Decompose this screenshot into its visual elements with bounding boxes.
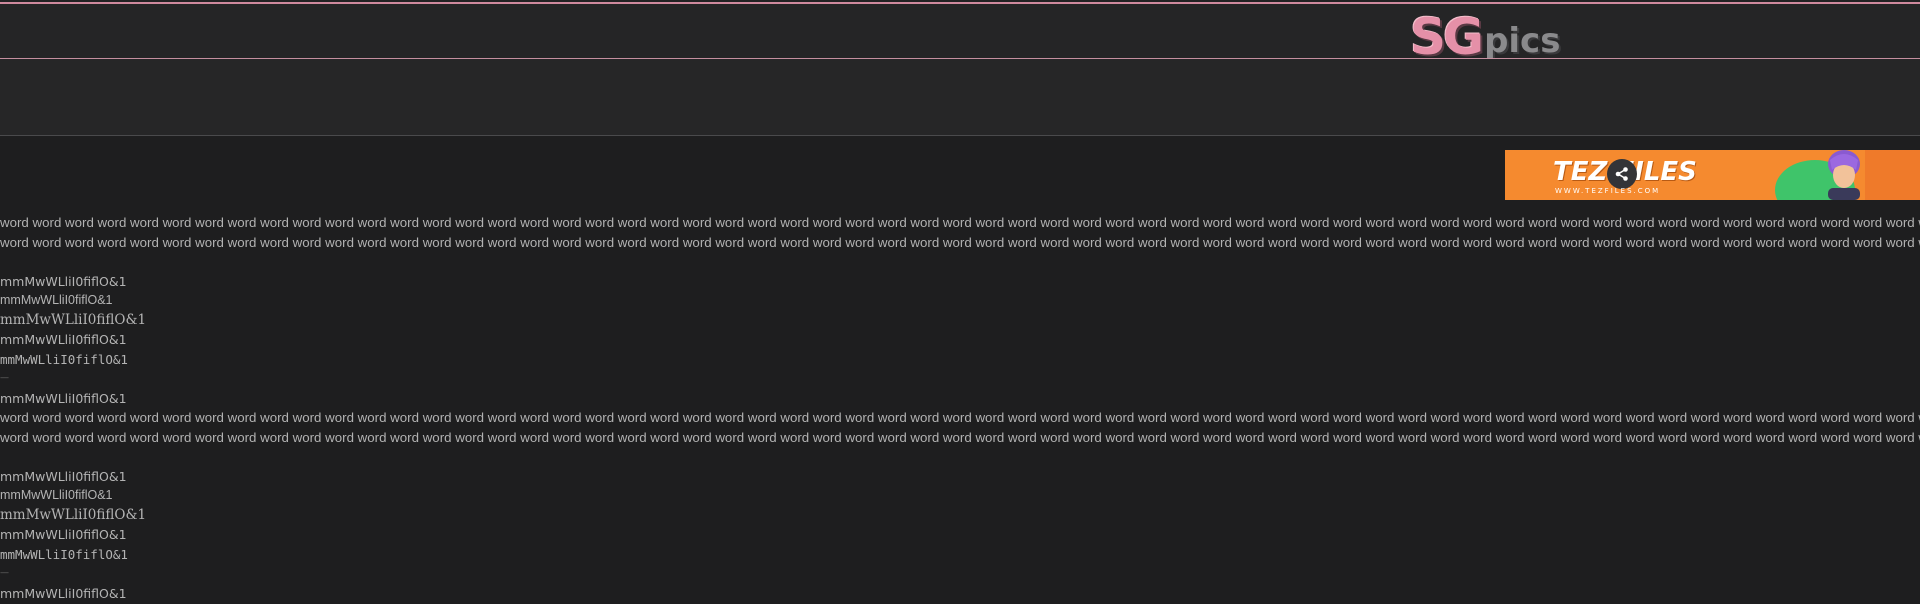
banner-url: WWW.TEZFILES.COM <box>1555 187 1661 195</box>
glyph-line: mmMwWLliI0fiflO&1 <box>0 332 127 347</box>
glyph-line: mmMwWLliI0fiflO&1 <box>0 585 127 601</box>
logo-secondary: pics <box>1484 21 1561 61</box>
word-line: word word word word word word word word … <box>0 410 1920 425</box>
share-icon <box>1607 159 1637 189</box>
glyph-line: mmMwWLliI0fiflO&1 <box>0 468 127 484</box>
dash-separator: — <box>0 568 9 578</box>
word-line: word word word word word word word word … <box>0 429 1920 445</box>
sgpics-logo[interactable]: SG pics <box>1410 12 1560 62</box>
site-header: SG pics <box>0 4 1920 62</box>
dash-separator: — <box>0 373 9 383</box>
nav-bar <box>0 59 1920 135</box>
glyph-line: mmMwWLliI0fiflO&1 <box>0 390 127 406</box>
glyph-line: mmMwWLliI0fiflO&1 <box>0 546 128 562</box>
logo-primary: SG <box>1410 8 1484 66</box>
font-test-text: word word word word word word word word … <box>0 213 1920 603</box>
banner-character-image <box>1828 150 1860 200</box>
word-line: word word word word word word word word … <box>0 234 1920 250</box>
tezfiles-ad-banner[interactable]: TEZ FILES WWW.TEZFILES.COM <box>1505 150 1920 200</box>
glyph-line: mmMwWLliI0fiflO&1 <box>0 527 127 542</box>
glyph-line: mmMwWLliI0fiflO&1 <box>0 351 128 367</box>
glyph-line: mmMwWLliI0fiflO&1 <box>0 311 147 328</box>
glyph-line: mmMwWLliI0fiflO&1 <box>0 273 127 289</box>
banner-right-panel <box>1865 150 1920 200</box>
word-line: word word word word word word word word … <box>0 215 1920 230</box>
glyph-line: mmMwWLliI0fiflO&1 <box>0 506 147 523</box>
glyph-line: mmMwWLliI0fiflO&1 <box>0 488 113 502</box>
glyph-line: mmMwWLliI0fiflO&1 <box>0 293 113 307</box>
